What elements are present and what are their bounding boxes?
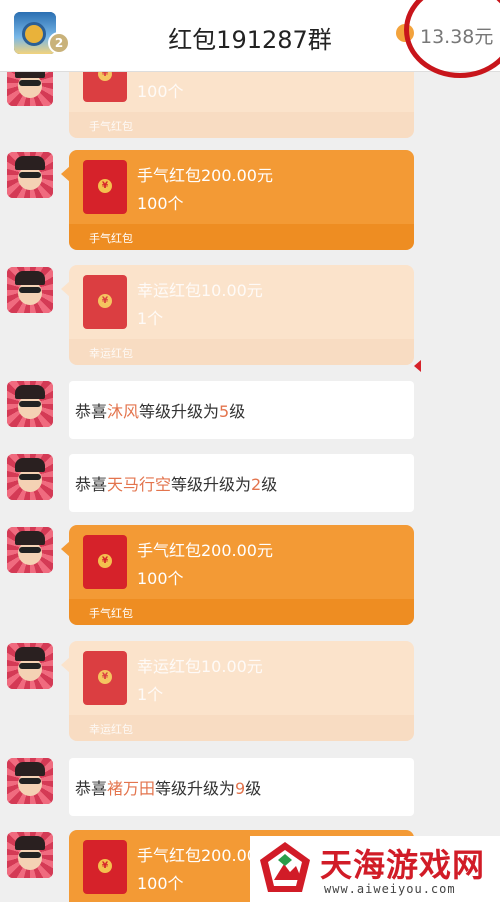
red-packet-type: 手气红包 [89,232,133,245]
system-message: 恭喜褚万田等级升级为9级 [69,758,414,816]
site-logo-icon [260,842,310,892]
red-packet-type: 幸运红包 [89,347,133,360]
sender-avatar[interactable] [7,527,53,573]
sender-avatar[interactable] [7,832,53,878]
red-packet-title: 手气红包200.00元 [137,166,273,185]
red-packet-icon: ¥ [83,651,127,705]
red-packet-title: 幸运红包10.00元 [137,657,263,676]
red-packet-count: 100个 [137,82,184,101]
red-packet-count: 100个 [137,194,184,213]
annotation-circle [404,0,500,78]
system-message: 恭喜天马行空等级升级为2级 [69,454,414,512]
sender-avatar[interactable] [7,152,53,198]
system-message-text: 恭喜沐风等级升级为5级 [75,402,246,421]
user-name[interactable]: 沐风 [107,402,139,421]
watermark-name: 天海游戏网 [320,846,486,884]
red-packet-count: 1个 [137,685,164,704]
chat-header: 2 红包191287群 13.38元 [0,0,500,78]
red-packet[interactable]: 手气红包 ¥ 手气红包200.00元 100个 [61,150,414,250]
red-packet-count: 100个 [137,569,184,588]
red-packet-title: 手气红包200.00 [137,846,257,865]
red-packet[interactable]: 幸运红包 ¥ 幸运红包10.00元 1个 [61,265,414,365]
system-message-text: 恭喜天马行空等级升级为2级 [75,475,278,494]
red-packet-icon: ¥ [83,840,127,894]
sender-avatar[interactable] [7,454,53,500]
system-message: 恭喜沐风等级升级为5级 [69,381,414,439]
red-packet-count: 100个 [137,874,184,893]
sender-avatar[interactable] [7,643,53,689]
red-packet-type: 手气红包 [89,120,133,133]
red-packet-title: 幸运红包10.00元 [137,281,263,300]
red-packet-icon: ¥ [83,160,127,214]
site-watermark: 天海游戏网 www.aiweiyou.com [250,836,500,902]
red-packet-title: 手气红包200.00元 [137,541,273,560]
watermark-url: www.aiweiyou.com [324,882,456,896]
scroll-marker [414,360,421,372]
sender-avatar[interactable] [7,758,53,804]
red-packet-icon: ¥ [83,535,127,589]
red-packet-type: 幸运红包 [89,723,133,736]
user-name[interactable]: 天马行空 [107,475,171,494]
system-message-text: 恭喜褚万田等级升级为9级 [75,779,262,798]
sender-avatar[interactable] [7,267,53,313]
red-packet-count: 1个 [137,309,164,328]
user-name[interactable]: 褚万田 [107,779,155,798]
red-packet[interactable]: 手气红包 ¥ 手气红包200.00元 100个 [61,525,414,625]
red-packet-icon: ¥ [83,275,127,329]
red-packet[interactable]: 幸运红包 ¥ 幸运红包10.00元 1个 [61,641,414,741]
sender-avatar[interactable] [7,381,53,427]
red-packet-type: 手气红包 [89,607,133,620]
